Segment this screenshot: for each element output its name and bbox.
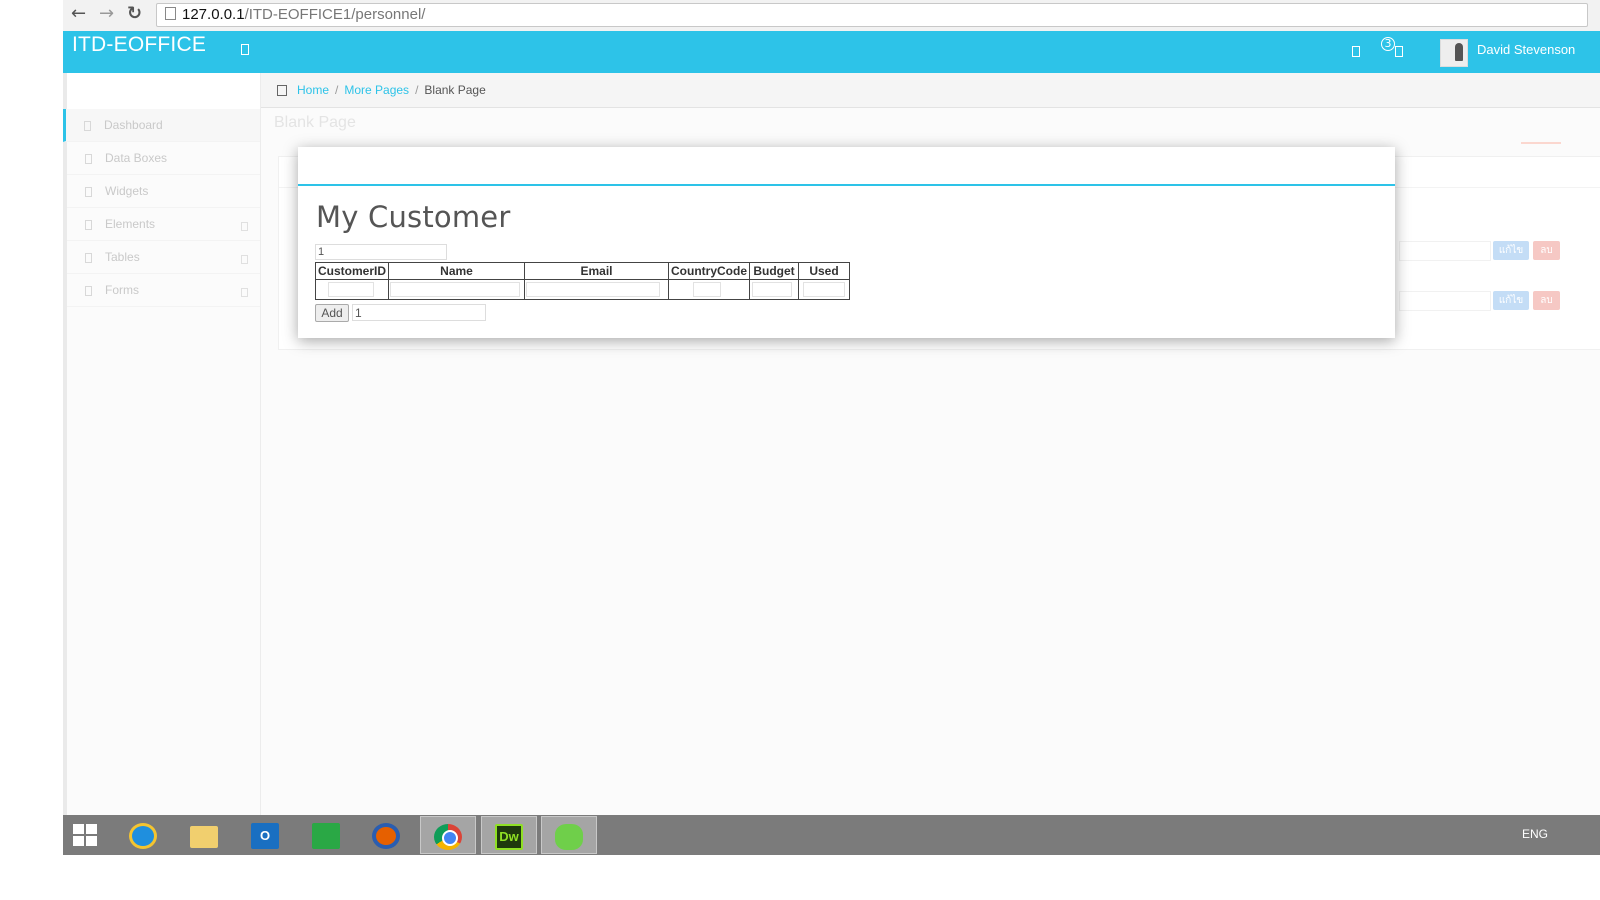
brand-logo[interactable]: ITD-EOFFICE [72,33,206,57]
add-button[interactable]: Add [315,304,349,322]
used-input[interactable] [803,282,846,297]
grid-icon [85,154,92,164]
table-row [314,279,851,300]
column-header-customerid: CustomerID [314,262,390,280]
sidebar-item-label: Widgets [105,184,149,198]
breadcrumb-separator: / [415,83,419,97]
email-cell [524,279,670,300]
modal-title: My Customer [316,200,511,234]
sidebar-item-tables[interactable]: Tables [67,241,260,274]
file-explorer-icon[interactable] [177,816,233,854]
budget-input[interactable] [752,282,793,297]
customer-count-field[interactable] [315,244,447,260]
sidebar-item-widgets[interactable]: Widgets [67,175,260,208]
forms-icon [85,286,92,296]
bell-icon[interactable] [1395,46,1403,61]
customerid-input[interactable] [328,282,374,297]
expand-icon [241,255,248,264]
column-header-email: Email [524,262,670,280]
sidebar-item-label: Data Boxes [105,151,168,165]
used-cell [798,279,851,300]
budget-cell [749,279,800,300]
windows-start-icon[interactable] [73,824,99,846]
reload-icon[interactable]: ↻ [127,4,142,24]
sidebar-item-data-boxes[interactable]: Data Boxes [67,142,260,175]
sidebar: Dashboard Data Boxes Widgets Elements Ta… [63,73,261,815]
sidebar-search-area [67,73,260,109]
breadcrumb-separator: / [335,83,339,97]
outlook-icon[interactable]: O [238,816,294,854]
modal-header [298,147,1395,186]
avatar[interactable] [1440,39,1468,67]
table-icon [85,253,92,263]
dashboard-icon [84,121,91,131]
sidebar-item-label: Tables [105,250,140,264]
sidebar-toggle-icon[interactable] [241,44,249,59]
delete-button[interactable]: ลบ [1533,291,1560,310]
language-indicator[interactable]: ENG [1522,827,1548,841]
expand-icon [241,288,248,297]
dreamweaver-icon[interactable]: Dw [481,816,537,854]
edit-button[interactable]: แก้ไข [1493,241,1529,260]
customerid-cell [314,279,390,300]
home-icon [277,85,287,96]
expand-icon [241,222,248,231]
browser-toolbar: ← → ↻ 127.0.0.1/ITD-EOFFICE1/personnel/ [63,0,1600,32]
breadcrumb-more-pages-link[interactable]: More Pages [344,83,409,97]
firefox-icon[interactable] [359,816,415,854]
internet-explorer-icon[interactable] [116,816,172,854]
add-count-field[interactable] [352,304,486,321]
row-input[interactable] [1399,291,1491,311]
table-header-row: CustomerID Name Email CountryCode Budget… [314,262,851,280]
sidebar-item-label: Dashboard [104,118,163,132]
elements-icon [85,220,92,230]
column-header-used: Used [798,262,851,280]
store-icon[interactable] [299,816,355,854]
sidebar-item-dashboard[interactable]: Dashboard [63,109,260,142]
forward-arrow-icon[interactable]: → [99,4,114,24]
row-input[interactable] [1399,241,1491,261]
clover-icon[interactable] [541,816,597,854]
sidebar-item-label: Elements [105,217,156,231]
notification-count-badge: 3 [1381,37,1395,51]
chrome-icon[interactable] [420,816,476,854]
url-path: /ITD-EOFFICE1/personnel/ [244,6,426,23]
countrycode-input[interactable] [693,282,722,297]
sidebar-item-elements[interactable]: Elements [67,208,260,241]
messages-icon[interactable] [1352,46,1360,61]
customer-table: CustomerID Name Email CountryCode Budget… [314,262,851,300]
edit-button[interactable]: แก้ไข [1493,291,1529,310]
widgets-icon [85,187,92,197]
page-icon [165,7,176,20]
header-accent [1521,142,1561,144]
taskbar: O Dw ENG [63,815,1600,855]
url-host: 127.0.0.1 [182,6,245,23]
delete-button[interactable]: ลบ [1533,241,1560,260]
sidebar-item-forms[interactable]: Forms [67,274,260,307]
name-cell [388,279,526,300]
customer-modal: My Customer CustomerID Name Email Countr… [298,147,1395,338]
back-arrow-icon[interactable]: ← [71,4,86,24]
name-input[interactable] [390,282,521,297]
breadcrumb: Home / More Pages / Blank Page [261,73,1600,108]
page-title: Blank Page [274,114,356,131]
breadcrumb-current: Blank Page [424,83,486,97]
column-header-name: Name [388,262,526,280]
breadcrumb-home-link[interactable]: Home [297,83,329,97]
sidebar-item-label: Forms [105,283,139,297]
column-header-budget: Budget [749,262,800,280]
user-name[interactable]: David Stevenson [1477,42,1575,57]
email-input[interactable] [526,282,661,297]
column-header-countrycode: CountryCode [668,262,751,280]
app-header: ITD-EOFFICE 3 David Stevenson [63,31,1600,73]
address-bar[interactable]: 127.0.0.1/ITD-EOFFICE1/personnel/ [156,3,1588,27]
countrycode-cell [668,279,751,300]
